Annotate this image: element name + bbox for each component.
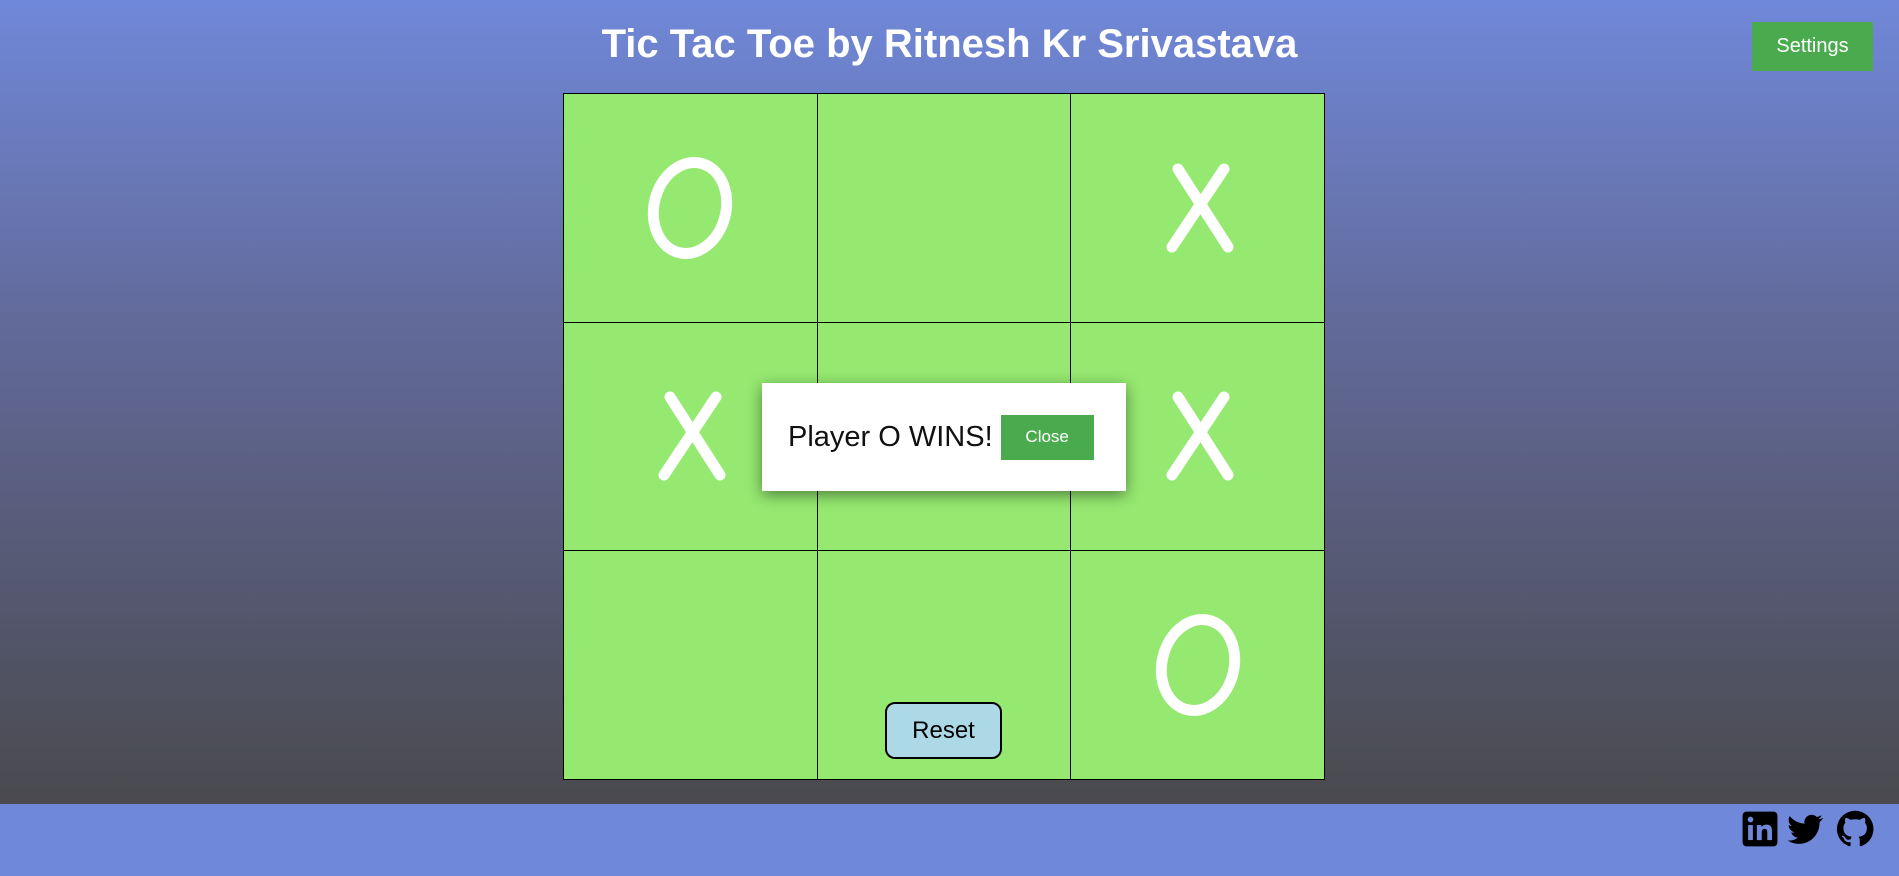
board-cell[interactable] [564,94,817,322]
linkedin-icon[interactable] [1741,810,1779,848]
board-cell[interactable] [564,551,817,779]
page-title: Tic Tac Toe by Ritnesh Kr Srivastava [601,22,1298,66]
x-mark [658,391,726,481]
close-button[interactable]: Close [1000,414,1094,460]
win-message: Player O WINS! [788,420,993,453]
o-mark [648,156,733,259]
o-mark [1155,614,1240,717]
x-mark [1166,391,1234,481]
twitter-icon[interactable] [1786,810,1824,848]
board-cell[interactable] [1071,94,1324,322]
board-cell[interactable] [817,94,1071,322]
settings-button[interactable]: Settings [1752,22,1873,71]
x-mark [1166,163,1234,253]
board-cell[interactable] [1071,551,1324,779]
footer [0,804,1899,876]
reset-button[interactable]: Reset [885,702,1002,759]
github-icon[interactable] [1836,810,1874,848]
win-dialog: Player O WINS! Close [762,383,1126,491]
